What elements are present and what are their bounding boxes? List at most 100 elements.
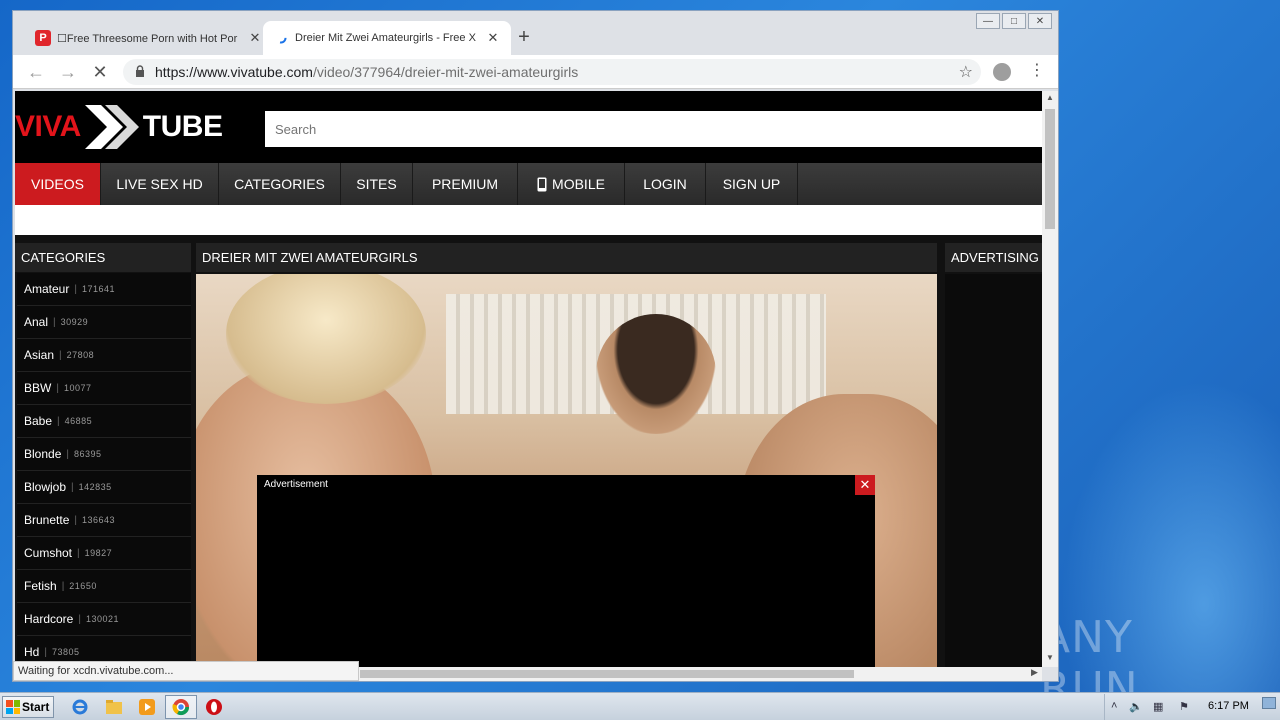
status-bar: Waiting for xcdn.vivatube.com...	[13, 661, 359, 681]
category-name: Brunette	[24, 513, 70, 527]
separator: |	[66, 448, 69, 460]
network-icon[interactable]: ▦	[1153, 700, 1163, 713]
category-name: Babe	[24, 414, 53, 428]
category-count: 46885	[64, 416, 93, 426]
advertising-header: ADVERTISING	[945, 243, 1042, 272]
ad-close-button[interactable]: ✕	[855, 475, 875, 495]
phone-icon	[537, 177, 547, 191]
windows-logo-icon	[6, 700, 20, 714]
bookmark-star-icon[interactable]: ☆	[959, 62, 973, 82]
category-item[interactable]: Amateur | 171641	[17, 273, 191, 306]
category-item[interactable]: Blonde | 86395	[17, 438, 191, 471]
internet-explorer-icon[interactable]	[70, 697, 90, 717]
category-count: 73805	[51, 647, 80, 657]
nav-premium[interactable]: PREMIUM	[413, 163, 518, 205]
address-bar[interactable]: https://www.vivatube.com/video/377964/dr…	[123, 59, 981, 85]
category-name: Hardcore	[24, 612, 74, 626]
close-tab-icon[interactable]: ✕	[485, 30, 501, 46]
scroll-down-icon[interactable]: ▼	[1046, 653, 1054, 662]
browser-menu-icon[interactable]: ⋮	[1029, 61, 1045, 81]
nav-login[interactable]: LOGIN	[625, 163, 706, 205]
separator: |	[56, 382, 59, 394]
category-name: BBW	[24, 381, 52, 395]
nav-categories[interactable]: CATEGORIES	[219, 163, 341, 205]
category-count: 30929	[60, 317, 89, 327]
loading-favicon-icon	[273, 30, 289, 46]
taskbar-clock[interactable]: 6:17 PM	[1208, 700, 1249, 712]
stop-loading-icon[interactable]: ✕	[89, 61, 111, 83]
main-nav: VIDEOS LIVE SEX HD CATEGORIES SITES PREM…	[15, 163, 1042, 205]
show-desktop-button[interactable]	[1262, 697, 1276, 709]
category-count: 27808	[66, 350, 95, 360]
nav-live-sex-hd[interactable]: LIVE SEX HD	[101, 163, 219, 205]
category-name: Asian	[24, 348, 55, 362]
new-tab-button[interactable]: +	[513, 27, 535, 49]
file-explorer-icon[interactable]	[104, 697, 124, 717]
category-count: 142835	[78, 482, 112, 492]
category-item[interactable]: Babe | 46885	[17, 405, 191, 438]
tab-title: Dreier Mit Zwei Amateurgirls - Free X	[295, 32, 476, 44]
tab-threesome[interactable]: P ☐Free Threesome Porn with Hot Por ✕	[25, 21, 273, 55]
category-item[interactable]: Anal | 30929	[17, 306, 191, 339]
category-item[interactable]: Blowjob | 142835	[17, 471, 191, 504]
tray-expand-icon[interactable]: ˄	[1111, 700, 1117, 712]
p-favicon-icon: P	[35, 30, 51, 46]
spacer-strip	[15, 205, 1042, 235]
logo-viva: VIVA	[15, 110, 81, 143]
scroll-right-icon[interactable]: ▶	[1031, 667, 1038, 678]
ad-overlay[interactable]: Advertisement ✕	[257, 475, 875, 667]
action-center-flag-icon[interactable]: ⚑	[1179, 700, 1189, 713]
lock-icon	[136, 65, 144, 77]
url-host: https://www.vivatube.com	[155, 64, 313, 80]
category-item[interactable]: Brunette | 136643	[17, 504, 191, 537]
opera-icon[interactable]	[204, 697, 224, 717]
site-header: VIVA TUBE	[15, 91, 1042, 163]
logo-chevrons-icon	[84, 105, 139, 149]
separator: |	[77, 547, 80, 559]
separator: |	[78, 613, 81, 625]
category-count: 21650	[69, 581, 97, 591]
vertical-scroll-thumb[interactable]	[1045, 109, 1055, 229]
media-player-icon[interactable]	[137, 697, 157, 717]
url-path: /video/377964/dreier-mit-zwei-amateurgir…	[312, 64, 579, 80]
nav-mobile-label: MOBILE	[552, 176, 605, 192]
tab-title: ☐Free Threesome Porn with Hot Por	[57, 32, 238, 45]
category-name: Fetish	[24, 579, 57, 593]
start-button[interactable]: Start	[2, 696, 54, 718]
start-label: Start	[22, 700, 50, 714]
separator: |	[61, 580, 65, 592]
video-frame-figure	[226, 274, 426, 404]
tab-dreier[interactable]: Dreier Mit Zwei Amateurgirls - Free X ✕	[263, 21, 511, 55]
back-arrow-icon[interactable]: ←	[25, 61, 47, 83]
separator: |	[44, 646, 47, 658]
profile-avatar-icon[interactable]	[993, 63, 1011, 81]
category-item[interactable]: BBW | 10077	[17, 372, 191, 405]
chrome-icon[interactable]	[171, 697, 191, 717]
category-name: Cumshot	[24, 546, 73, 560]
nav-mobile[interactable]: MOBILE	[518, 163, 625, 205]
vertical-scrollbar[interactable]: ▲ ▼	[1042, 91, 1058, 667]
category-item[interactable]: Fetish | 21650	[17, 570, 191, 603]
nav-videos[interactable]: VIDEOS	[15, 163, 101, 205]
volume-icon[interactable]: 🔈	[1129, 700, 1143, 713]
separator: |	[53, 316, 56, 328]
separator: |	[59, 349, 62, 361]
horizontal-scroll-thumb[interactable]	[360, 670, 854, 678]
category-name: Blonde	[24, 447, 62, 461]
page-viewport: VIVA TUBE VIDEOS LIVE SEX HD CATEGORIES …	[15, 91, 1042, 667]
category-count: 19827	[84, 548, 113, 558]
logo-tube: TUBE	[142, 110, 223, 143]
nav-sign-up[interactable]: SIGN UP	[706, 163, 798, 205]
category-item[interactable]: Cumshot | 19827	[17, 537, 191, 570]
close-tab-icon[interactable]: ✕	[247, 30, 263, 46]
category-list: Amateur | 171641 Anal | 30929 Asian | 27808 BB…	[17, 273, 191, 667]
category-item[interactable]: Hardcore | 130021	[17, 603, 191, 636]
category-item[interactable]: Asian | 27808	[17, 339, 191, 372]
forward-arrow-icon[interactable]: →	[57, 61, 79, 83]
vivatube-logo[interactable]: VIVA TUBE	[15, 101, 223, 153]
search-input[interactable]	[265, 111, 1042, 147]
ad-label: Advertisement	[264, 479, 328, 490]
nav-sites[interactable]: SITES	[341, 163, 413, 205]
scroll-up-icon[interactable]: ▲	[1046, 93, 1054, 102]
category-name: Amateur	[24, 282, 70, 296]
